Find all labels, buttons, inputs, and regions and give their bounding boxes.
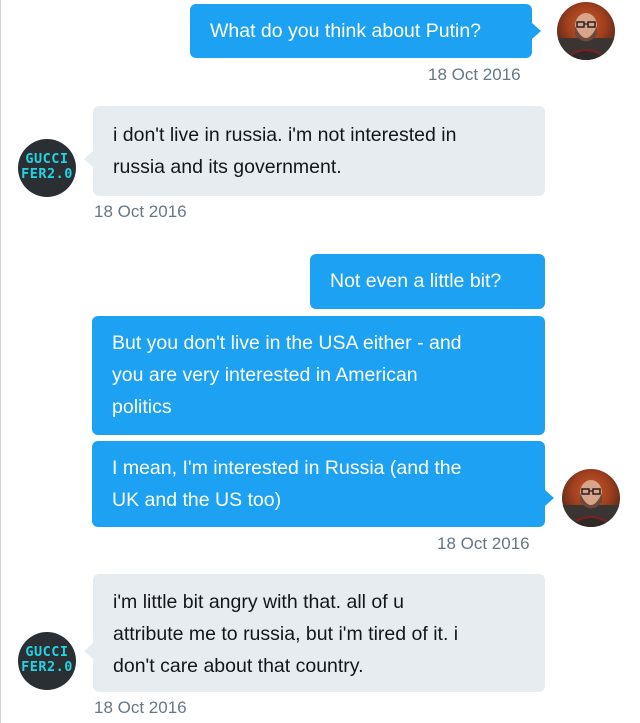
message-bubble-incoming[interactable]: i'm little bit angry with that. all of u…: [93, 574, 545, 692]
message-timestamp: 18 Oct 2016: [94, 698, 187, 717]
avatar-text-line: FER2.0: [21, 166, 73, 182]
message-bubble-incoming[interactable]: i don't live in russia. i'm not interest…: [93, 106, 545, 196]
message-text: Not even a little bit?: [330, 270, 502, 292]
bubble-tail: [84, 643, 93, 659]
message-timestamp: 18 Oct 2016: [94, 202, 187, 221]
guccifer-avatar-icon[interactable]: GUCCI FER2.0: [18, 139, 76, 197]
message-bubble-outgoing[interactable]: I mean, I'm interested in Russia (and th…: [92, 441, 545, 527]
guccifer-avatar-icon[interactable]: GUCCI FER2.0: [18, 632, 76, 690]
message-text: russia and its government.: [113, 156, 342, 178]
avatar-text-line: GUCCI: [25, 644, 69, 660]
message-text: I mean, I'm interested in Russia (and th…: [112, 457, 462, 479]
bubble-tail: [84, 151, 93, 167]
message-timestamp: 18 Oct 2016: [437, 534, 530, 553]
message-bubble-outgoing[interactable]: Not even a little bit?: [310, 254, 545, 309]
user-avatar-icon[interactable]: [557, 2, 615, 60]
message-text: But you don't live in the USA either - a…: [112, 332, 462, 354]
message-text: don't care about that country.: [113, 655, 364, 677]
message-bubble-outgoing[interactable]: What do you think about Putin?: [190, 4, 532, 58]
message-text: politics: [112, 396, 172, 418]
avatar-text-line: GUCCI: [25, 151, 69, 167]
message-text: you are very interested in American: [112, 364, 418, 386]
message-text: i'm little bit angry with that. all of u: [113, 591, 404, 613]
message-text: attribute me to russia, but i'm tired of…: [113, 623, 459, 645]
message-timestamp: 18 Oct 2016: [428, 65, 521, 84]
panel-left-border: [0, 0, 1, 723]
avatar-text-line: FER2.0: [21, 659, 73, 675]
message-text: UK and the US too): [112, 489, 282, 511]
message-text: What do you think about Putin?: [210, 20, 482, 42]
bubble-tail: [532, 23, 541, 39]
message-bubble-outgoing[interactable]: But you don't live in the USA either - a…: [92, 316, 545, 435]
user-avatar-icon[interactable]: [562, 469, 620, 527]
message-text: i don't live in russia. i'm not interest…: [113, 124, 457, 146]
bubble-tail: [545, 490, 554, 506]
